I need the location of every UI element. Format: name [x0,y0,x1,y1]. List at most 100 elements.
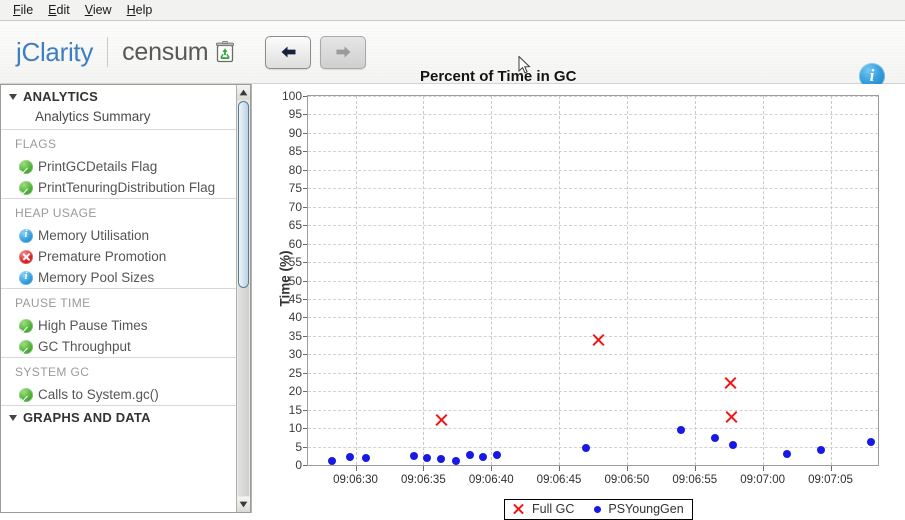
sidebar-item-premature-promotion[interactable]: Premature Promotion [1,246,236,267]
sidebar-item-label: Memory Pool Sizes [38,270,155,285]
scrollbar-thumb[interactable] [238,101,249,288]
data-point-psyounggen [423,453,432,462]
x-axis-tick-label: 09:06:40 [468,474,514,486]
sidebar-group-pause-time: PAUSE TIME [15,296,91,310]
sidebar-section-analytics[interactable]: ANALYTICS [1,85,236,107]
analytics-tree: ANALYTICS Analytics Summary FLAGS PrintG… [0,84,236,513]
data-point-psyounggen [677,426,686,435]
x-axis-tick-mark [355,466,357,471]
sidebar-item-label: Memory Utilisation [38,228,150,243]
y-axis-tick-label: 10 [288,421,302,436]
menu-help-label: elp [135,2,153,17]
y-axis-tick-label: 80 [288,162,302,177]
sidebar-item-memory-utilisation[interactable]: Memory Utilisation [1,225,236,246]
data-point-full-gc [591,332,606,347]
data-point-psyounggen [728,440,737,449]
plot-area[interactable] [307,95,879,466]
error-circle-icon [19,249,33,264]
grid-line-vertical [491,96,493,465]
sidebar-item-printtenuringdistribution-flag[interactable]: PrintTenuringDistribution Flag [1,177,236,198]
info-circle-icon [19,228,33,243]
grid-line-vertical [830,96,832,465]
grid-line-vertical [423,96,425,465]
data-point-psyounggen [817,446,825,455]
x-axis-tick-label: 09:06:30 [333,474,378,486]
data-point-full-gc [723,376,738,391]
menu-file-mnemonic: F [13,2,21,17]
y-axis-tick-label: 85 [288,144,302,159]
menu-view[interactable]: View [78,2,120,19]
y-axis-tick-mark [303,335,307,337]
data-point-psyounggen [465,451,474,460]
x-axis-tick-label: 09:06:35 [400,474,446,486]
x-axis-tick-mark [762,466,764,471]
brand-jclarity: jClarity [16,36,94,67]
grid-line-vertical [694,96,696,465]
grid-line-vertical [762,96,764,465]
grid-line-horizontal [308,428,878,430]
menu-file[interactable]: File [6,2,41,19]
brand-censum: censum [122,37,209,66]
triangle-down-icon [239,501,248,508]
sidebar-item-high-pause-times[interactable]: High Pause Times [1,315,236,336]
y-axis-tick-label: 55 [288,255,302,270]
data-point-psyounggen [711,433,720,442]
check-circle-icon [19,387,33,402]
sidebar-section-graphs-and-data[interactable]: GRAPHS AND DATA [1,406,236,428]
scrollbar-track[interactable] [238,286,249,496]
application-window: File Edit View Help jClarity censum Perc… [0,0,905,520]
grid-line-horizontal [308,446,878,448]
sidebar-item-label: Premature Promotion [38,249,167,264]
y-axis-tick-label: 45 [288,291,302,306]
y-axis-tick-label: 65 [288,218,302,233]
y-axis-tick-mark [303,96,307,97]
legend-marker-psyounggen [594,505,602,513]
sidebar-item-gc-throughput[interactable]: GC Throughput [1,336,236,357]
data-point-psyounggen [582,444,591,453]
y-axis-tick-label: 15 [288,402,302,417]
y-axis-tick-label: 95 [288,107,302,122]
grid-line-horizontal [308,298,878,300]
chart-legend: Full GC PSYoungGen [504,499,693,520]
grid-line-horizontal [308,206,878,208]
scroll-up-button[interactable] [237,85,250,100]
x-axis-tick-mark [423,466,425,471]
y-axis-tick-label: 40 [288,310,302,325]
info-circle-icon [19,270,33,285]
sidebar-item-calls-to-system-gc[interactable]: Calls to System.gc() [1,384,236,405]
menu-view-label: iew [92,2,112,17]
y-axis-tick-mark [303,132,307,134]
menu-edit[interactable]: Edit [41,2,78,19]
legend-marker-full-gc [512,503,525,516]
sidebar-item-memory-pool-sizes[interactable]: Memory Pool Sizes [1,267,236,288]
y-axis-tick-mark [303,262,307,264]
x-axis-tick-label: 09:06:45 [536,474,582,486]
sidebar-scrollbar[interactable] [236,84,251,513]
x-axis-tick-label: 09:06:50 [604,474,650,486]
data-point-psyounggen [362,453,371,462]
sidebar-item-printgcdetails-flag[interactable]: PrintGCDetails Flag [1,156,236,177]
sidebar-item-analytics-summary[interactable]: Analytics Summary [1,107,236,129]
x-axis-tick-mark [559,466,561,471]
sidebar-item-label: PrintGCDetails Flag [38,159,158,174]
menu-view-mnemonic: V [84,2,93,17]
menu-help[interactable]: Help [120,2,161,19]
y-axis-tick-mark [303,354,307,356]
sidebar-group-flags: FLAGS [15,137,57,151]
scroll-down-button[interactable] [237,497,250,512]
data-point-psyounggen [492,450,501,459]
sidebar-group-heap-usage: HEAP USAGE [15,206,97,220]
data-point-psyounggen [437,454,445,463]
sidebar-item-label: Calls to System.gc() [38,387,159,402]
forward-button[interactable] [320,35,367,69]
x-axis-tick-mark [830,466,832,471]
navigation-buttons [265,35,367,69]
y-axis-tick-mark [303,446,307,448]
grid-line-horizontal [308,317,878,319]
back-button[interactable] [265,35,312,69]
sidebar-section-graphs-label: GRAPHS AND DATA [23,410,151,425]
chevron-down-icon [9,93,17,100]
app-header: jClarity censum Percent of Time in GC i [0,21,905,89]
y-axis-tick-mark [303,243,307,245]
y-axis-tick-label: 100 [281,89,302,103]
